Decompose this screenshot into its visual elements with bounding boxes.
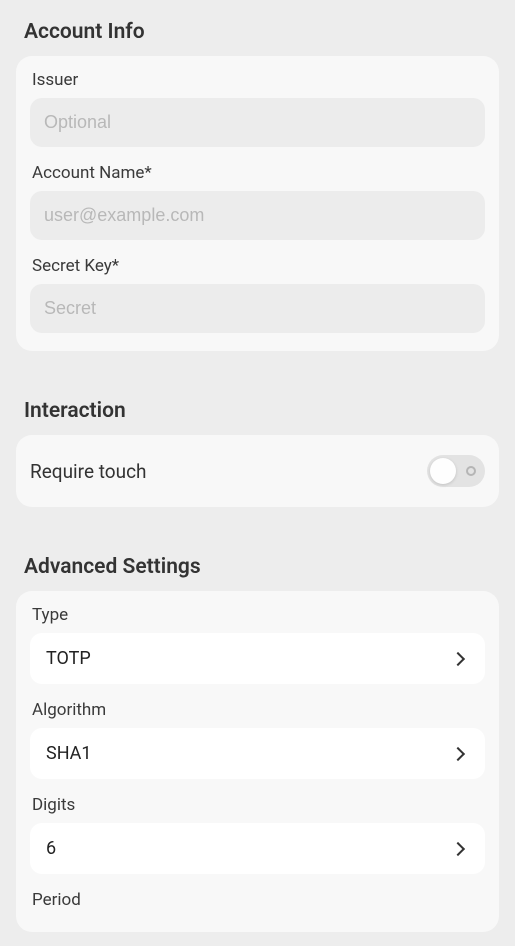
- account-name-label: Account Name*: [30, 163, 485, 183]
- account-info-card: Issuer Account Name* Secret Key*: [16, 56, 499, 351]
- account-name-field: Account Name*: [30, 163, 485, 240]
- require-touch-label: Require touch: [30, 460, 146, 483]
- secret-key-input[interactable]: [30, 284, 485, 333]
- digits-select[interactable]: 6: [30, 823, 485, 874]
- type-value: TOTP: [46, 648, 91, 669]
- account-info-title: Account Info: [0, 0, 515, 56]
- account-name-input[interactable]: [30, 191, 485, 240]
- algorithm-field: Algorithm SHA1: [30, 700, 485, 779]
- advanced-settings-card: Type TOTP Algorithm SHA1 Digits 6 Period: [16, 591, 499, 932]
- require-touch-toggle[interactable]: [427, 455, 485, 487]
- interaction-card: Require touch: [16, 435, 499, 507]
- digits-value: 6: [46, 838, 56, 859]
- chevron-right-icon: [451, 746, 465, 760]
- chevron-right-icon: [451, 651, 465, 665]
- issuer-label: Issuer: [30, 70, 485, 90]
- type-field: Type TOTP: [30, 605, 485, 684]
- type-select[interactable]: TOTP: [30, 633, 485, 684]
- digits-label: Digits: [30, 795, 485, 815]
- period-field: Period: [30, 890, 485, 910]
- toggle-off-indicator-icon: [466, 466, 476, 476]
- algorithm-label: Algorithm: [30, 700, 485, 720]
- settings-form: Account Info Issuer Account Name* Secret…: [0, 0, 515, 932]
- algorithm-value: SHA1: [46, 743, 92, 764]
- chevron-right-icon: [451, 841, 465, 855]
- digits-field: Digits 6: [30, 795, 485, 874]
- advanced-settings-title: Advanced Settings: [0, 535, 515, 591]
- type-label: Type: [30, 605, 485, 625]
- period-label: Period: [30, 890, 485, 910]
- interaction-title: Interaction: [0, 379, 515, 435]
- secret-key-label: Secret Key*: [30, 256, 485, 276]
- algorithm-select[interactable]: SHA1: [30, 728, 485, 779]
- issuer-input[interactable]: [30, 98, 485, 147]
- issuer-field: Issuer: [30, 70, 485, 147]
- secret-key-field: Secret Key*: [30, 256, 485, 333]
- toggle-knob: [430, 458, 456, 484]
